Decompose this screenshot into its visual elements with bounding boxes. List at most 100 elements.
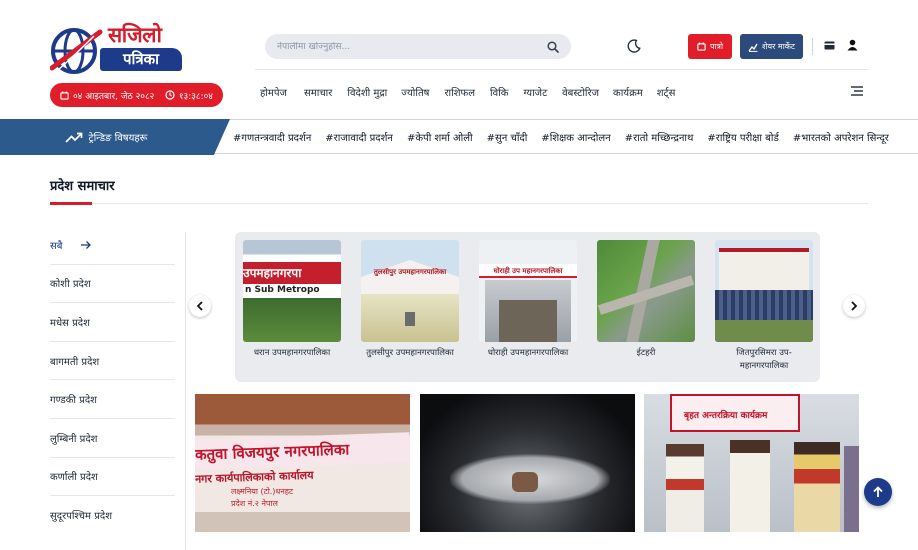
program-banner: बृहत अन्तरक्रिया कार्यक्रम [684,411,768,421]
header-separator [255,69,868,70]
trending-label: ट्रेन्डिङ विषयहरू [0,119,230,155]
dharan-sign-en: n Sub Metropo [245,285,320,295]
carousel-item[interactable]: ईटहरी [597,240,695,360]
trending-tag[interactable]: #राष्ट्रिय परीक्षा बोर्ड [707,130,778,144]
tulsipur-photo: तुलसीपुर उपमहानगरपालिका [361,240,459,342]
carousel-item[interactable]: उपमहानगरपा n Sub Metropo धरान उपमहानगरपा… [243,240,341,360]
province-tab-sudurpaschim[interactable]: सुदूरपश्चिम प्रदेश [50,496,175,535]
trending-tag[interactable]: #केपी शर्मा ओली [407,130,473,144]
site-logo[interactable]: सजिलो पत्रिका [50,23,185,76]
trending-tag[interactable]: #भारतको अपरेशन सिन्दूर [793,130,889,144]
nav-home[interactable]: होमपेज [260,85,287,99]
logo-text-sajilo: सजिलो [108,23,162,47]
nav-webstories[interactable]: वेबस्टोरिज [562,85,599,99]
municipality-carousel: उपमहानगरपा n Sub Metropo धरान उपमहानगरपा… [235,232,820,382]
province-tab-gandaki[interactable]: गण्डकी प्रदेश [50,380,175,419]
province-label: गण्डकी प्रदेश [50,395,97,407]
carousel-item[interactable]: जितपुरसिमरा उप-महानगरपालिका [715,240,813,373]
trending-bar: ट्रेन्डिङ विषयहरू #गणतन्त्रवादी प्रदर्शन… [0,119,918,155]
search-bar[interactable] [265,34,571,59]
nav-gadget[interactable]: ग्याजेट [523,85,547,99]
province-tab-bagmati[interactable]: बागमती प्रदेश [50,342,175,381]
trending-tag[interactable]: #गणतन्त्रवादी प्रदर्शन [233,130,311,144]
carousel-caption: तुलसीपुर उपमहानगरपालिका [366,348,454,358]
province-label: सबै [50,240,63,252]
calendar-icon [697,42,706,51]
carousel-item[interactable]: तुलसीपुर उपमहानगरपालिका तुलसीपुर उपमहानग… [361,240,459,360]
trending-tag[interactable]: #शिक्षक आन्दोलन [541,130,610,144]
news-card-kataiya[interactable]: कतुवा विजयपुर नगरपालिका नगर कार्यपालिकाक… [195,394,410,532]
patro-button[interactable]: पात्रो [688,34,732,59]
sidebar-divider [185,232,186,550]
nav-forex[interactable]: विदेशी मुद्रा [347,85,387,99]
news-card-crime[interactable] [420,394,635,532]
arrow-up-icon [873,486,883,497]
province-label: लुम्बिनी प्रदेश [50,433,98,445]
province-label: कोशी प्रदेश [50,279,91,291]
province-tab-madhesh[interactable]: मधेस प्रदेश [50,303,175,342]
trending-tag[interactable]: #सुन चाँदी [487,130,528,144]
card-icon[interactable] [824,41,835,50]
nav-wiki[interactable]: विकि [490,85,508,99]
header-divider [812,38,813,55]
ghorahi-photo: घोराही उप महानगरपालिका [479,240,577,342]
ghorahi-sign: घोराही उप महानगरपालिका [479,264,577,278]
carousel-caption: धोराही उपमहानगरपालिका [487,348,569,358]
itahari-photo [597,240,695,342]
carousel-caption: जितपुरसिमरा उप-महानगरपालिका [736,348,792,371]
main-nav: होमपेज समाचार विदेशी मुद्रा ज्योतिष राशि… [260,85,675,99]
user-icon[interactable] [847,39,858,51]
globe-logo-icon [50,28,103,74]
carousel-caption: ईटहरी [636,348,656,358]
trending-label-text: ट्रेन्डिङ विषयहरू [88,133,148,144]
chevron-left-icon [196,301,203,311]
arrow-right-icon [81,240,92,249]
nav-programs[interactable]: कार्यक्रम [613,85,643,99]
patro-label: पात्रो [709,42,724,51]
province-label: कर्णाली प्रदेश [50,472,98,484]
kataiya-sign-1: कतुवा विजयपुर नगरपालिका [195,432,410,470]
moon-icon[interactable] [626,38,642,54]
section-title: प्रदेश समाचार [50,179,115,194]
carousel-next-button[interactable] [843,295,865,317]
kataiya-sign-4: प्रदेश नं.२ नेपाल [231,499,278,508]
province-label: मधेस प्रदेश [50,317,90,329]
province-tab-koshi[interactable]: कोशी प्रदेश [50,265,175,304]
search-input[interactable] [277,41,547,52]
nav-news[interactable]: समाचार [304,85,332,99]
calendar-icon [60,90,69,100]
share-market-label: शेयर मार्केट [762,42,795,51]
logo-text-patrika: पत्रिका [100,48,182,71]
province-tab-karnali[interactable]: कर्णाली प्रदेश [50,458,175,497]
hamburger-menu-icon[interactable] [850,85,864,97]
trending-tags: #गणतन्त्रवादी प्रदर्शन #राजावादी प्रदर्श… [233,120,889,153]
nav-shorts[interactable]: शर्ट्स [657,85,676,99]
nav-astrology[interactable]: ज्योतिष [401,85,429,99]
scroll-to-top-button[interactable] [864,478,892,506]
province-sidebar: सबै कोशी प्रदेश मधेस प्रदेश बागमती प्रदे… [50,226,175,535]
chevron-right-icon [851,301,858,311]
dharan-sign: उपमहानगरपा [243,262,341,284]
trending-tag[interactable]: #रातो मच्छिन्द्रनाथ [625,130,694,144]
clock-icon [165,90,175,100]
date-time-pill: ०४ आइतबार, जेठ २०८२ १३:३८:०४ [50,83,223,107]
trending-up-icon [64,132,82,143]
current-date: ०४ आइतबार, जेठ २०८२ [73,91,155,102]
dharan-photo: उपमहानगरपा n Sub Metropo [243,240,341,342]
share-market-button[interactable]: शेयर मार्केट [740,34,803,59]
carousel-caption: धरान उपमहानगरपालिका [253,348,331,358]
province-label: बागमती प्रदेश [50,356,100,368]
search-icon[interactable] [547,40,559,53]
province-tab-all[interactable]: सबै [50,226,175,265]
nav-horoscope[interactable]: राशिफल [444,85,475,99]
trending-tag[interactable]: #राजावादी प्रदर्शन [325,130,393,144]
kataiya-sign-3: लक्ष्मनिया (टो.)धनहट [231,487,294,496]
carousel-prev-button[interactable] [189,295,211,317]
jitpursimara-photo [715,240,813,342]
news-card-program[interactable]: बृहत अन्तरक्रिया कार्यक्रम [644,394,859,532]
carousel-item[interactable]: घोराही उप महानगरपालिका धोराही उपमहानगरपा… [479,240,577,360]
province-tab-lumbini[interactable]: लुम्बिनी प्रदेश [50,419,175,458]
tulsipur-sign: तुलसीपुर उपमहानगरपालिका [373,268,447,276]
current-time: १३:३८:०४ [178,91,213,102]
province-label: सुदूरपश्चिम प्रदेश [50,511,112,523]
